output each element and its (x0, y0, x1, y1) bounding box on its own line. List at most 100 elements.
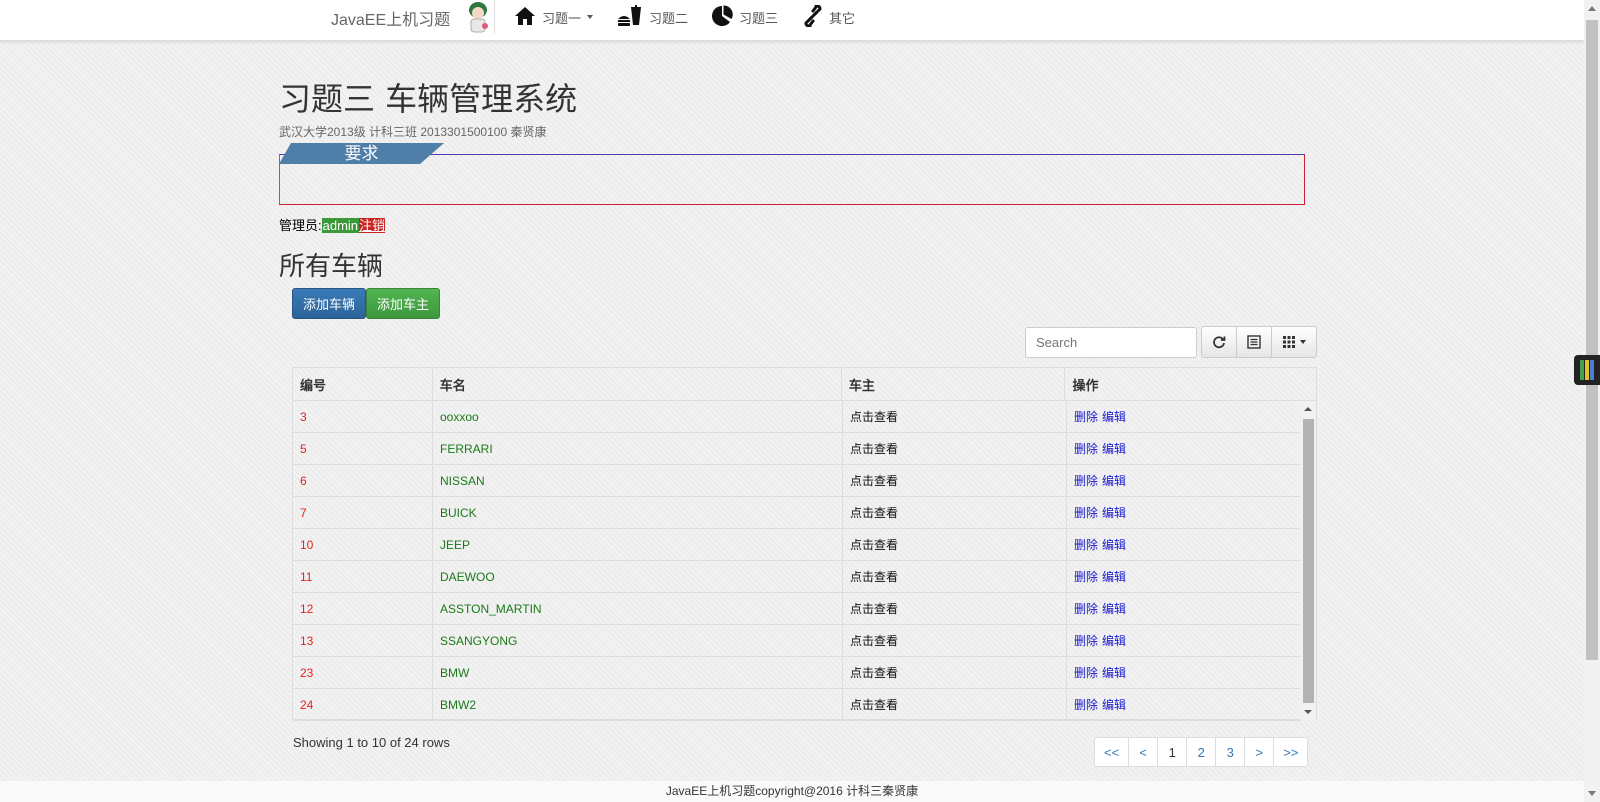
edit-link[interactable]: 编辑 (1102, 504, 1126, 521)
edit-link[interactable]: 编辑 (1102, 600, 1126, 617)
scrollbar-thumb[interactable] (1303, 419, 1314, 703)
column-header-name[interactable]: 车名 (433, 368, 842, 400)
requirements-ribbon[interactable]: 要求 (279, 143, 444, 164)
column-header-owner[interactable]: 车主 (842, 368, 1066, 400)
admin-username: admin (321, 218, 360, 233)
view-owner-link[interactable]: 点击查看 (843, 465, 1067, 496)
cell-id: 13 (293, 625, 433, 656)
view-owner-link[interactable]: 点击查看 (843, 657, 1067, 688)
table-row: 10 JEEP 点击查看 删除 编辑 (293, 529, 1301, 561)
table-row: 5 FERRARI 点击查看 删除 编辑 (293, 433, 1301, 465)
refresh-button[interactable] (1201, 326, 1237, 358)
scroll-up-arrow-icon[interactable] (1588, 6, 1596, 11)
view-owner-link[interactable]: 点击查看 (843, 689, 1067, 720)
cell-car-name: NISSAN (433, 465, 843, 496)
columns-button[interactable] (1271, 326, 1317, 358)
scroll-down-arrow-icon[interactable] (1588, 791, 1596, 796)
requirements-box (279, 154, 1305, 205)
view-owner-link[interactable]: 点击查看 (843, 497, 1067, 528)
delete-link[interactable]: 删除 (1074, 696, 1098, 713)
brand-title[interactable]: JavaEE上机习题 (331, 6, 450, 30)
edit-link[interactable]: 编辑 (1102, 568, 1126, 585)
cell-car-name: FERRARI (433, 433, 843, 464)
nav-item-exercise-3[interactable]: 习题三 (711, 4, 778, 30)
delete-link[interactable]: 删除 (1074, 440, 1098, 457)
pagination: << <1 2 3 > >> (1094, 737, 1309, 767)
delete-link[interactable]: 删除 (1074, 632, 1098, 649)
side-widget[interactable] (1574, 355, 1600, 385)
page-button[interactable]: << (1094, 737, 1130, 767)
cell-id: 10 (293, 529, 433, 560)
cell-car-name: ooxxoo (433, 401, 843, 432)
table-row: 13 SSANGYONG 点击查看 删除 编辑 (293, 625, 1301, 657)
cell-actions: 删除 编辑 (1067, 593, 1301, 624)
admin-prefix: 管理员: (279, 218, 322, 233)
delete-link[interactable]: 删除 (1074, 664, 1098, 681)
nav-item-exercise-1[interactable]: 习题一 (514, 4, 594, 30)
cell-actions: 删除 编辑 (1067, 529, 1301, 560)
delete-link[interactable]: 删除 (1074, 408, 1098, 425)
delete-link[interactable]: 删除 (1074, 504, 1098, 521)
mascot-logo-icon (461, 0, 495, 34)
link-icon (803, 3, 829, 30)
cell-car-name: JEEP (433, 529, 843, 560)
view-owner-link[interactable]: 点击查看 (843, 561, 1067, 592)
page-button[interactable]: < (1128, 737, 1159, 767)
toggle-view-button[interactable] (1236, 326, 1272, 358)
grid-icon (1283, 336, 1295, 348)
scrollbar-thumb[interactable] (1586, 20, 1598, 660)
cell-car-name: SSANGYONG (433, 625, 843, 656)
page-button[interactable]: >> (1273, 737, 1309, 767)
food-icon (617, 4, 649, 30)
edit-link[interactable]: 编辑 (1102, 440, 1126, 457)
view-owner-link[interactable]: 点击查看 (843, 625, 1067, 656)
cell-car-name: BUICK (433, 497, 843, 528)
scroll-up-arrow-icon[interactable] (1304, 407, 1312, 411)
column-header-id[interactable]: 编号 (293, 368, 433, 400)
edit-link[interactable]: 编辑 (1102, 408, 1126, 425)
cell-actions: 删除 编辑 (1067, 497, 1301, 528)
table-row: 7 BUICK 点击查看 删除 编辑 (293, 497, 1301, 529)
column-header-actions[interactable]: 操作 (1065, 368, 1316, 400)
edit-link[interactable]: 编辑 (1102, 536, 1126, 553)
nav-item-label: 习题二 (649, 10, 689, 26)
page-button[interactable]: 2 (1186, 737, 1217, 767)
search-input[interactable] (1025, 327, 1197, 358)
delete-link[interactable]: 删除 (1074, 600, 1098, 617)
page-button[interactable]: 3 (1215, 737, 1246, 767)
page-scrollbar[interactable] (1584, 0, 1600, 802)
pie-chart-icon (711, 4, 739, 30)
table-body: 3 ooxxoo 点击查看 删除 编辑 5 FERRARI 点击查看 删除 编辑 6 NISSAN 点击… (293, 401, 1301, 721)
delete-link[interactable]: 删除 (1074, 472, 1098, 489)
page-button[interactable]: 1 (1157, 737, 1188, 767)
table-row: 24 BMW2 点击查看 删除 编辑 (293, 689, 1301, 721)
table-scrollbar[interactable] (1300, 401, 1316, 720)
add-car-button[interactable]: 添加车辆 (292, 288, 366, 319)
delete-link[interactable]: 删除 (1074, 536, 1098, 553)
view-owner-link[interactable]: 点击查看 (843, 401, 1067, 432)
cell-id: 12 (293, 593, 433, 624)
add-owner-button[interactable]: 添加车主 (366, 288, 440, 319)
cell-id: 11 (293, 561, 433, 592)
nav-item-label: 习题三 (739, 10, 779, 26)
footer: JavaEE上机习题copyright@2016 计科三秦贤康 (0, 781, 1584, 802)
edit-link[interactable]: 编辑 (1102, 472, 1126, 489)
view-owner-link[interactable]: 点击查看 (843, 433, 1067, 464)
edit-link[interactable]: 编辑 (1102, 696, 1126, 713)
view-owner-link[interactable]: 点击查看 (843, 529, 1067, 560)
cell-id: 5 (293, 433, 433, 464)
edit-link[interactable]: 编辑 (1102, 664, 1126, 681)
cell-id: 6 (293, 465, 433, 496)
nav-item-other[interactable]: 其它 (803, 3, 855, 30)
cell-car-name: DAEWOO (433, 561, 843, 592)
section-title: 所有车辆 (279, 252, 384, 282)
cell-actions: 删除 编辑 (1067, 689, 1301, 720)
view-owner-link[interactable]: 点击查看 (843, 593, 1067, 624)
page-button[interactable]: > (1244, 737, 1275, 767)
chevron-down-icon (587, 15, 594, 19)
delete-link[interactable]: 删除 (1074, 568, 1098, 585)
nav-item-exercise-2[interactable]: 习题二 (617, 4, 688, 30)
scroll-down-arrow-icon[interactable] (1304, 710, 1312, 714)
edit-link[interactable]: 编辑 (1102, 632, 1126, 649)
logout-link[interactable]: 注销 (359, 218, 386, 233)
